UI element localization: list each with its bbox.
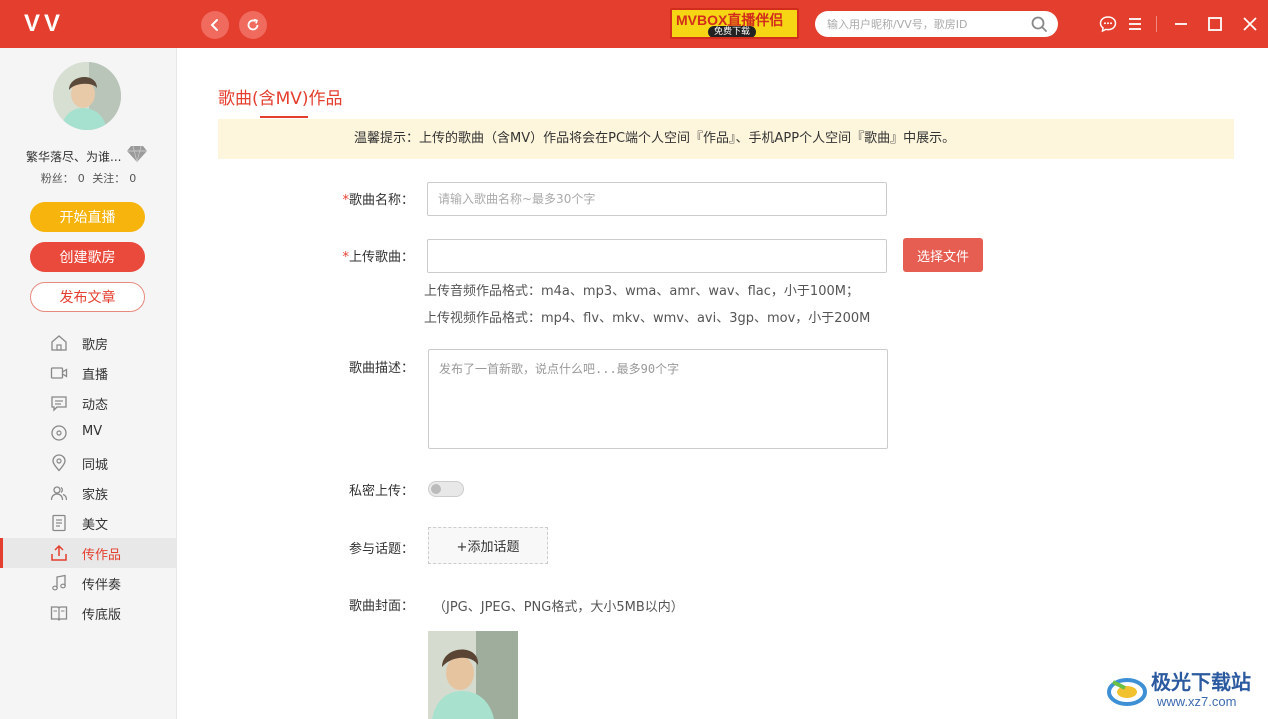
sidebar-item-label: 美文 <box>82 518 109 533</box>
close-button[interactable] <box>1239 13 1261 35</box>
sidebar-item-feed[interactable]: 动态 <box>0 388 177 418</box>
sidebar-item-upload-backing[interactable]: 传底版 <box>0 598 177 628</box>
song-name-input[interactable] <box>427 182 887 216</box>
sidebar-item-label: 直播 <box>82 368 109 383</box>
sidebar-item-label: 动态 <box>82 398 109 413</box>
refresh-icon <box>247 18 259 31</box>
close-icon <box>1243 17 1257 31</box>
sidebar-item-live[interactable]: 直播 <box>0 358 177 388</box>
choose-file-button[interactable]: 选择文件 <box>903 238 983 272</box>
cover-photo <box>428 631 518 719</box>
maximize-icon <box>1208 17 1222 31</box>
sidebar-menu: 歌房 直播 动态 MV 同城 家族 美文 传作品 传伴奏 传底版 <box>0 328 177 628</box>
watermark-url: www.xz7.com <box>1157 694 1237 709</box>
description-label: 歌曲描述： <box>348 361 414 376</box>
sidebar-item-rooms[interactable]: 歌房 <box>0 328 177 358</box>
toggle-knob <box>431 484 441 494</box>
video-camera-icon <box>50 364 68 382</box>
mvbox-download-banner[interactable]: MVBOX直播伴侣 免费下载 <box>670 8 799 39</box>
sidebar-item-label: 歌房 <box>82 338 109 353</box>
sidebar-item-upload-works[interactable]: 传作品 <box>0 538 177 568</box>
sidebar-item-label: 传底版 <box>82 608 122 623</box>
title-underline <box>260 116 308 118</box>
fans-count[interactable]: 0 <box>78 172 85 185</box>
follow-count[interactable]: 0 <box>129 172 136 185</box>
search-box[interactable] <box>815 11 1058 37</box>
fans-label: 粉丝： <box>40 172 74 185</box>
search-input[interactable] <box>827 15 1027 33</box>
sidebar-item-label: 家族 <box>82 488 109 503</box>
sidebar-item-label: 传作品 <box>82 548 122 563</box>
private-upload-label: 私密上传： <box>348 484 414 499</box>
sidebar: 繁华落尽、为谁... 粉丝： 0 关注： 0 开始直播 创建歌房 发布文章 歌房 直… <box>0 48 177 719</box>
diamond-icon[interactable] <box>126 144 148 164</box>
cover-label: 歌曲封面： <box>348 599 414 614</box>
location-pin-icon <box>50 454 68 472</box>
watermark-logo-icon <box>1107 678 1147 706</box>
back-button[interactable] <box>201 11 229 39</box>
sidebar-item-family[interactable]: 家族 <box>0 478 177 508</box>
notice-banner: 温馨提示：上传的歌曲（含MV）作品将会在PC端个人空间『作品』、手机APP个人空… <box>218 119 1234 159</box>
main-content: 歌曲(含MV)作品 温馨提示：上传的歌曲（含MV）作品将会在PC端个人空间『作品… <box>178 48 1268 719</box>
maximize-button[interactable] <box>1204 13 1226 35</box>
upload-icon <box>50 544 68 562</box>
minimize-icon <box>1175 23 1187 25</box>
publish-article-button[interactable]: 发布文章 <box>30 282 145 312</box>
search-icon[interactable] <box>1030 15 1048 33</box>
user-avatar[interactable] <box>53 62 121 130</box>
chat-button[interactable] <box>1097 13 1119 35</box>
titlebar-divider <box>1156 16 1157 32</box>
sidebar-item-mv[interactable]: MV <box>0 418 177 448</box>
banner-download-label: 免费下载 <box>708 26 757 37</box>
message-icon <box>50 394 68 412</box>
document-icon <box>50 514 68 532</box>
cover-format-hint: （JPG、JPEG、PNG格式，大小5MB以内） <box>433 600 684 615</box>
start-live-button[interactable]: 开始直播 <box>30 202 145 232</box>
upload-song-label-text: 上传歌曲： <box>348 250 414 265</box>
user-stats: 粉丝： 0 关注： 0 <box>0 170 177 186</box>
minimize-button[interactable] <box>1170 13 1192 35</box>
create-room-button[interactable]: 创建歌房 <box>30 242 145 272</box>
book-icon <box>50 604 68 622</box>
sidebar-item-label: 传伴奏 <box>82 578 122 593</box>
sidebar-item-articles[interactable]: 美文 <box>0 508 177 538</box>
follow-label: 关注： <box>92 172 126 185</box>
title-bar: VV MVBOX直播伴侣 免费下载 <box>0 0 1268 48</box>
description-textarea[interactable] <box>428 349 888 449</box>
app-logo: VV <box>24 10 65 37</box>
music-note-icon <box>50 574 68 592</box>
cover-image[interactable] <box>428 631 518 719</box>
upload-song-label: *上传歌曲： <box>342 250 414 265</box>
house-icon <box>50 334 68 352</box>
audio-format-hint: 上传音频作品格式：m4a、mp3、wma、amr、wav、flac，小于100M… <box>424 284 859 299</box>
sidebar-item-label: MV <box>82 424 103 439</box>
topic-label: 参与话题： <box>348 542 414 557</box>
chevron-left-icon <box>210 19 218 31</box>
site-watermark: 极光下载站 www.xz7.com <box>1105 666 1265 716</box>
sidebar-item-nearby[interactable]: 同城 <box>0 448 177 478</box>
hamburger-menu-icon <box>1129 18 1141 30</box>
add-topic-button[interactable]: +添加话题 <box>428 527 548 564</box>
disc-icon <box>50 424 68 442</box>
upload-file-field[interactable] <box>427 239 887 273</box>
refresh-button[interactable] <box>239 11 267 39</box>
song-name-label-text: 歌曲名称： <box>348 193 414 208</box>
video-format-hint: 上传视频作品格式：mp4、flv、mkv、wmv、avi、3gp、mov，小于2… <box>424 311 871 326</box>
people-icon <box>50 484 68 502</box>
song-name-label: *歌曲名称： <box>342 193 414 208</box>
sidebar-item-label: 同城 <box>82 458 109 473</box>
page-title: 歌曲(含MV)作品 <box>218 89 343 109</box>
chat-bubble-icon <box>1099 16 1117 33</box>
sidebar-item-upload-accompaniment[interactable]: 传伴奏 <box>0 568 177 598</box>
menu-button[interactable] <box>1124 13 1146 35</box>
avatar-photo <box>53 62 121 130</box>
private-upload-toggle[interactable] <box>428 481 464 497</box>
watermark-text: 极光下载站 <box>1151 672 1251 694</box>
user-name[interactable]: 繁华落尽、为谁... <box>26 148 121 165</box>
